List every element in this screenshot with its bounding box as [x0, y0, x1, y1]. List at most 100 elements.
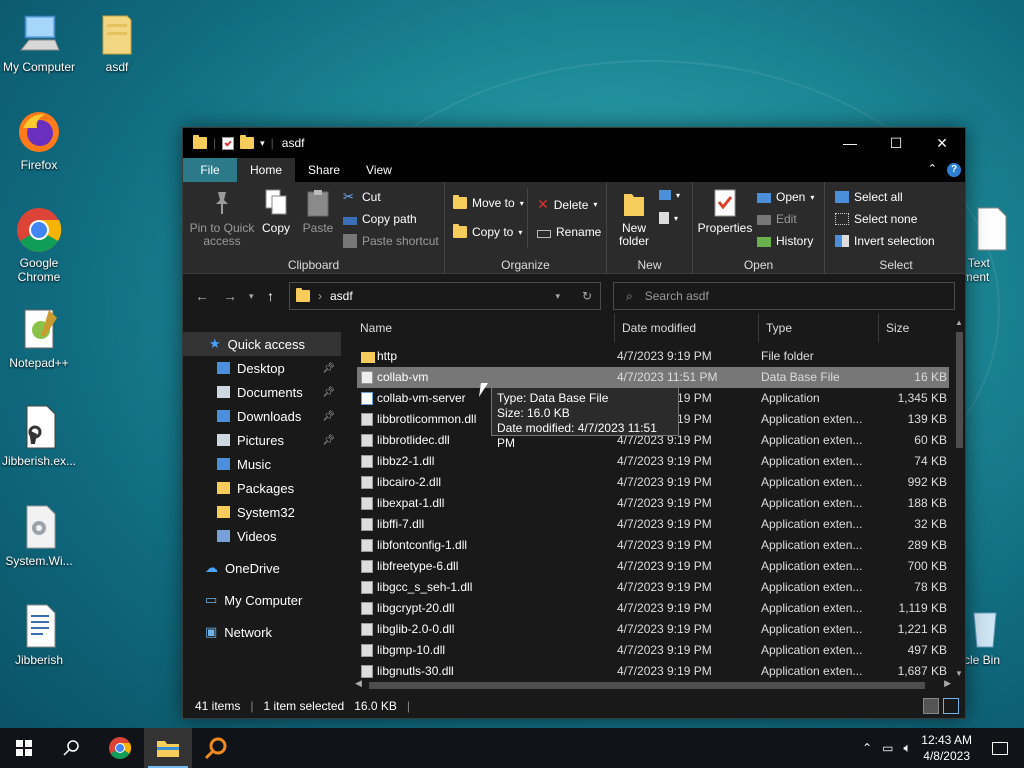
paste-shortcut-button[interactable]: Paste shortcut — [343, 234, 439, 248]
nav-item-system32[interactable]: System32 — [217, 500, 341, 524]
column-date-modified[interactable]: Date modified — [615, 314, 759, 342]
edit-button[interactable]: Edit — [757, 212, 797, 226]
desktop-icon-jibberish[interactable]: Jibberish — [0, 603, 78, 667]
tab-home[interactable]: Home — [237, 158, 296, 182]
select-all-button[interactable]: Select all — [835, 190, 903, 204]
nav-item-packages[interactable]: Packages — [217, 476, 341, 500]
title-bar[interactable]: | ▾ | asdf — ☐ ✕ — [183, 128, 965, 158]
show-hidden-icons-icon[interactable]: ⌃ — [862, 741, 872, 755]
new-folder-button[interactable]: New folder — [615, 188, 653, 248]
column-type[interactable]: Type — [759, 314, 879, 342]
cut-button[interactable]: ✂ Cut — [343, 190, 381, 205]
rename-button[interactable]: Rename — [537, 225, 601, 239]
properties-button[interactable]: Properties — [697, 188, 753, 235]
forward-button[interactable]: → — [223, 288, 237, 304]
up-button[interactable]: ↑ — [267, 288, 274, 304]
back-button[interactable]: ← — [195, 288, 209, 304]
pin-quick-access-button[interactable]: Pin to Quick access — [189, 188, 255, 248]
desktop-icon-firefox[interactable]: Firefox — [0, 108, 78, 172]
clock[interactable]: 12:43 AM 4/8/2023 — [921, 732, 972, 764]
horizontal-scrollbar[interactable]: ◀ ▶ — [353, 678, 953, 692]
select-none-button[interactable]: Select none — [835, 212, 917, 226]
close-button[interactable]: ✕ — [919, 128, 965, 158]
desktop-icon-my-computer[interactable]: My Computer — [0, 10, 78, 74]
new-item-button[interactable]: ▾ — [659, 190, 680, 200]
file-row[interactable]: collab-vm 4/7/2023 11:51 PM Data Base File… — [357, 367, 949, 388]
file-row[interactable]: libexpat-1.dll 4/7/2023 9:19 PM Applicatio… — [357, 493, 949, 514]
refresh-icon[interactable]: ↻ — [582, 289, 592, 303]
tab-view[interactable]: View — [353, 158, 405, 182]
desktop-icon-system-wi[interactable]: System.Wi... — [0, 504, 78, 568]
file-row[interactable]: libgcrypt-20.dll 4/7/2023 9:19 PM Applicat… — [357, 598, 949, 619]
file-row[interactable]: http 4/7/2023 9:19 PM File folder — [357, 346, 949, 367]
scroll-right-icon[interactable]: ▶ — [944, 678, 951, 689]
move-to-button[interactable]: Move to ▾ — [453, 195, 524, 210]
start-button[interactable] — [0, 728, 48, 768]
recent-locations-button[interactable]: ▾ — [249, 291, 254, 302]
file-row[interactable]: libffi-7.dll 4/7/2023 9:19 PM Application … — [357, 514, 949, 535]
copy-path-button[interactable]: Copy path — [343, 212, 417, 226]
maximize-button[interactable]: ☐ — [873, 128, 919, 158]
scrollbar-thumb[interactable] — [956, 332, 963, 448]
nav-item-documents[interactable]: Documents 📌︎ — [217, 380, 341, 404]
search-input[interactable]: ⌕ Search asdf — [613, 282, 955, 310]
file-row[interactable]: libgmp-10.dll 4/7/2023 9:19 PM Application… — [357, 640, 949, 661]
file-row[interactable]: libglib-2.0-0.dll 4/7/2023 9:19 PM Applica… — [357, 619, 949, 640]
file-row[interactable]: libcairo-2.dll 4/7/2023 9:19 PM Applicatio… — [357, 472, 949, 493]
desktop-icon-notepad-plus-plus[interactable]: Notepad++ — [0, 306, 78, 370]
taskbar-chrome[interactable] — [96, 728, 144, 768]
desktop-icon-jibberish-exe[interactable]: Jibberish.ex... — [0, 404, 78, 468]
nav-quick-access[interactable]: ★ Quick access — [183, 332, 341, 356]
file-row[interactable]: libfreetype-6.dll 4/7/2023 9:19 PM Applica… — [357, 556, 949, 577]
nav-network[interactable]: ▣ Network — [205, 620, 272, 644]
copy-button[interactable]: Copy — [257, 188, 295, 235]
minimize-button[interactable]: — — [827, 128, 873, 158]
tab-file[interactable]: File — [183, 158, 237, 182]
customize-toolbar-icon[interactable]: ▾ — [260, 138, 265, 149]
nav-item-desktop[interactable]: Desktop 📌︎ — [217, 356, 341, 380]
help-icon[interactable]: ? — [947, 163, 961, 177]
large-icons-view-icon[interactable] — [943, 698, 959, 714]
paste-button[interactable]: Paste — [299, 188, 337, 235]
file-row[interactable]: libbz2-1.dll 4/7/2023 9:19 PM Application … — [357, 451, 949, 472]
column-name[interactable]: Name — [353, 314, 615, 342]
nav-item-videos[interactable]: Videos — [217, 524, 341, 548]
nav-my-computer[interactable]: ▭ My Computer — [205, 588, 302, 612]
address-dropdown-icon[interactable]: ▾ — [555, 291, 560, 302]
address-box[interactable]: › asdf ▾ ↻ — [289, 282, 601, 310]
taskbar-search-app[interactable] — [192, 728, 240, 768]
network-icon: ▣ — [205, 624, 218, 639]
volume-icon[interactable]: 🔈︎ — [903, 740, 911, 756]
desktop-icon-chrome[interactable]: Google Chrome — [0, 206, 78, 284]
scroll-left-icon[interactable]: ◀ — [355, 678, 362, 689]
application-icon — [361, 392, 373, 405]
file-row[interactable]: libfontconfig-1.dll 4/7/2023 9:19 PM Appli… — [357, 535, 949, 556]
details-view-icon[interactable] — [923, 698, 939, 714]
history-button[interactable]: History — [757, 234, 813, 248]
breadcrumb[interactable]: asdf — [330, 289, 353, 303]
file-row[interactable]: libgcc_s_seh-1.dll 4/7/2023 9:19 PM Applic… — [357, 577, 949, 598]
nav-item-music[interactable]: Music — [217, 452, 341, 476]
scrollbar-thumb[interactable] — [369, 682, 925, 689]
taskbar-file-explorer[interactable] — [144, 728, 192, 768]
notifications-icon[interactable] — [992, 741, 1008, 755]
easy-access-button[interactable]: ▾ — [659, 212, 678, 224]
collapse-ribbon-icon[interactable]: ⌃ — [928, 162, 937, 175]
nav-onedrive[interactable]: ☁ OneDrive — [205, 556, 280, 580]
scroll-up-icon[interactable]: ▲ — [955, 318, 963, 327]
nav-item-downloads[interactable]: Downloads 📌︎ — [217, 404, 341, 428]
column-size[interactable]: Size — [879, 314, 953, 342]
delete-button[interactable]: ✕ Delete ▾ — [537, 196, 597, 213]
network-icon[interactable]: ▭ — [882, 741, 893, 755]
nav-item-pictures[interactable]: Pictures 📌︎ — [217, 428, 341, 452]
scroll-down-icon[interactable]: ▼ — [955, 669, 963, 678]
new-folder-icon[interactable] — [240, 135, 255, 149]
invert-selection-button[interactable]: Invert selection — [835, 234, 935, 248]
vertical-scrollbar[interactable]: ▲ ▼ — [953, 318, 965, 678]
copy-to-button[interactable]: Copy to ▾ — [453, 224, 522, 239]
search-button[interactable] — [48, 728, 96, 768]
properties-icon[interactable] — [222, 136, 235, 150]
desktop-icon-asdf[interactable]: asdf — [78, 10, 156, 74]
open-button[interactable]: Open ▾ — [757, 190, 814, 204]
tab-share[interactable]: Share — [295, 158, 353, 182]
